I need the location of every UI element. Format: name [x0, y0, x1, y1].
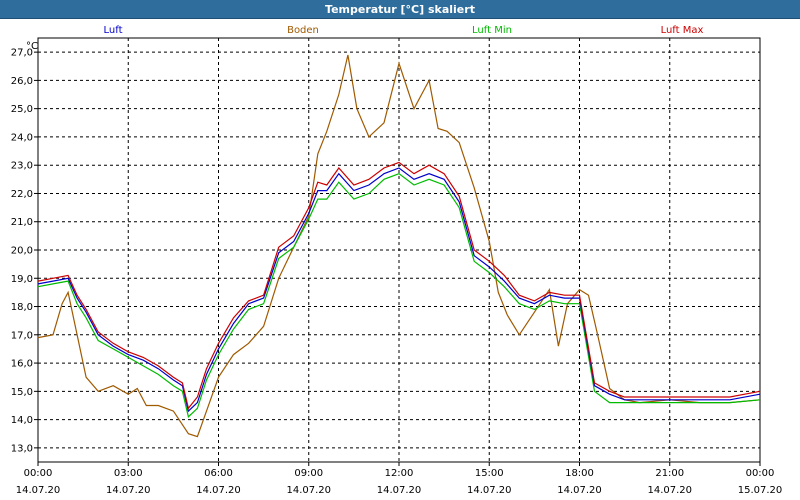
- y-tick-label: 19,0: [11, 274, 33, 285]
- x-tick-date: 14.07.20: [377, 485, 422, 496]
- y-tick-label: 22,0: [11, 189, 33, 200]
- y-tick-label: 25,0: [11, 104, 33, 115]
- x-tick-time: 06:00: [204, 468, 233, 479]
- y-tick-label: 23,0: [11, 161, 33, 172]
- legend-entry: Luft Max: [661, 25, 704, 36]
- x-tick-date: 14.07.20: [286, 485, 331, 496]
- x-tick-time: 03:00: [114, 468, 143, 479]
- x-tick-time: 12:00: [385, 468, 414, 479]
- x-tick-time: 09:00: [294, 468, 323, 479]
- y-tick-label: 20,0: [11, 246, 33, 257]
- x-tick-date: 14.07.20: [16, 485, 61, 496]
- y-tick-label: 21,0: [11, 217, 33, 228]
- x-tick-time: 21:00: [655, 468, 684, 479]
- y-tick-label: 18,0: [11, 302, 33, 313]
- x-tick-time: 18:00: [565, 468, 594, 479]
- legend: Luft Boden Luft Min Luft Max: [104, 25, 704, 36]
- y-tick-label: 24,0: [11, 132, 33, 143]
- x-tick-date: 15.07.20: [738, 485, 783, 496]
- x-tick-date: 14.07.20: [106, 485, 151, 496]
- y-tick-label: 13,0: [11, 443, 33, 454]
- legend-entry: Luft Min: [472, 25, 512, 36]
- y-axis-unit-label: °C: [26, 41, 38, 52]
- y-tick-label: 26,0: [11, 76, 33, 87]
- legend-entry: Boden: [287, 25, 319, 36]
- y-tick-label: 17,0: [11, 330, 33, 341]
- x-tick-date: 14.07.20: [196, 485, 241, 496]
- temperature-chart: Luft Boden Luft Min Luft Max 13,0 14,0 15,0 16…: [11, 25, 783, 496]
- x-tick-date: 14.07.20: [647, 485, 692, 496]
- y-tick-label: 14,0: [11, 415, 33, 426]
- legend-entry: Luft: [104, 25, 123, 36]
- x-tick-time: 15:00: [475, 468, 504, 479]
- x-tick-time: 00:00: [746, 468, 775, 479]
- y-tick-label: 15,0: [11, 387, 33, 398]
- x-axis: 00:00 14.07.20 03:00 14.07.20 06:00 14.07.20 0…: [16, 462, 783, 496]
- y-tick-label: 16,0: [11, 359, 33, 370]
- x-tick-date: 14.07.20: [557, 485, 602, 496]
- y-axis: 13,0 14,0 15,0 16,0 17,0 18,0 19,0 20,0 21,0 22,0…: [11, 48, 38, 454]
- x-tick-time: 00:00: [24, 468, 53, 479]
- x-tick-date: 14.07.20: [467, 485, 512, 496]
